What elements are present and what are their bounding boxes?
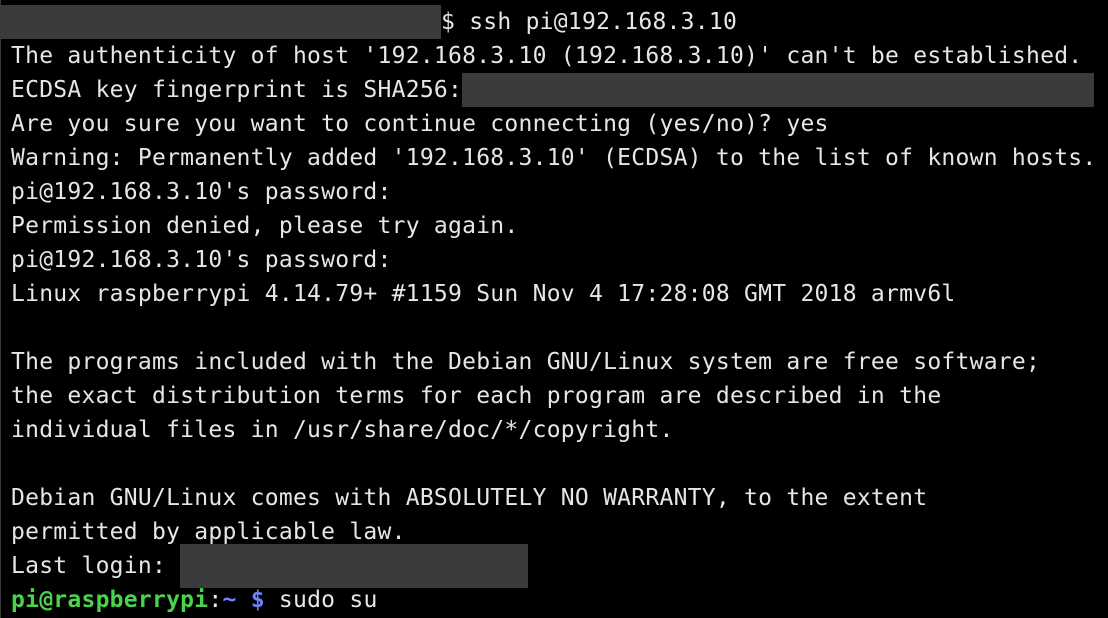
terminal-line-last-login: Last login: [11,544,1108,588]
redacted-block [1,5,441,39]
terminal-line-permission-denied: Permission denied, please try again. [11,213,519,239]
terminal-line-warranty: Debian GNU/Linux comes with ABSOLUTELY N… [11,485,928,511]
terminal-line-programs: The programs included with the Debian GN… [11,349,1041,375]
terminal-line-warning: Warning: Permanently added '192.168.3.10… [11,145,1097,171]
ssh-command-text: $ ssh pi@192.168.3.10 [441,9,738,35]
prompt-command-input[interactable]: sudo su [265,587,378,613]
fingerprint-label: ECDSA key fingerprint is SHA256: [11,77,463,103]
terminal-line-programs: the exact distribution terms for each pr… [11,383,942,409]
terminal-line-password-prompt: pi@192.168.3.10's password: [11,247,392,273]
terminal-window[interactable]: $ ssh pi@192.168.3.10 The authenticity o… [0,0,1108,618]
prompt-path: ~ [222,587,237,613]
redacted-last-login [180,544,529,588]
prompt-dollar: $ [236,587,265,613]
prompt-separator: : [208,587,223,613]
terminal-line-programs: individual files in /usr/share/doc/*/cop… [11,417,674,443]
last-login-label: Last login: [11,553,181,579]
redacted-fingerprint [462,73,1095,107]
prompt-user-host: pi@raspberrypi [11,587,209,613]
terminal-line-authenticity: The authenticity of host '192.168.3.10 (… [11,43,1083,69]
terminal-line-fingerprint: ECDSA key fingerprint is SHA256: [11,73,1108,107]
terminal-line-confirm: Are you sure you want to continue connec… [11,111,829,137]
terminal-line-warranty: permitted by applicable law. [11,519,406,545]
terminal-line-uname: Linux raspberrypi 4.14.79+ #1159 Sun Nov… [11,281,956,307]
terminal-line-password-prompt: pi@192.168.3.10's password: [11,179,392,205]
terminal-line-prompt[interactable]: pi@raspberrypi:~ $ sudo su [11,583,1108,617]
terminal-line-ssh-command: $ ssh pi@192.168.3.10 [1,5,1108,39]
